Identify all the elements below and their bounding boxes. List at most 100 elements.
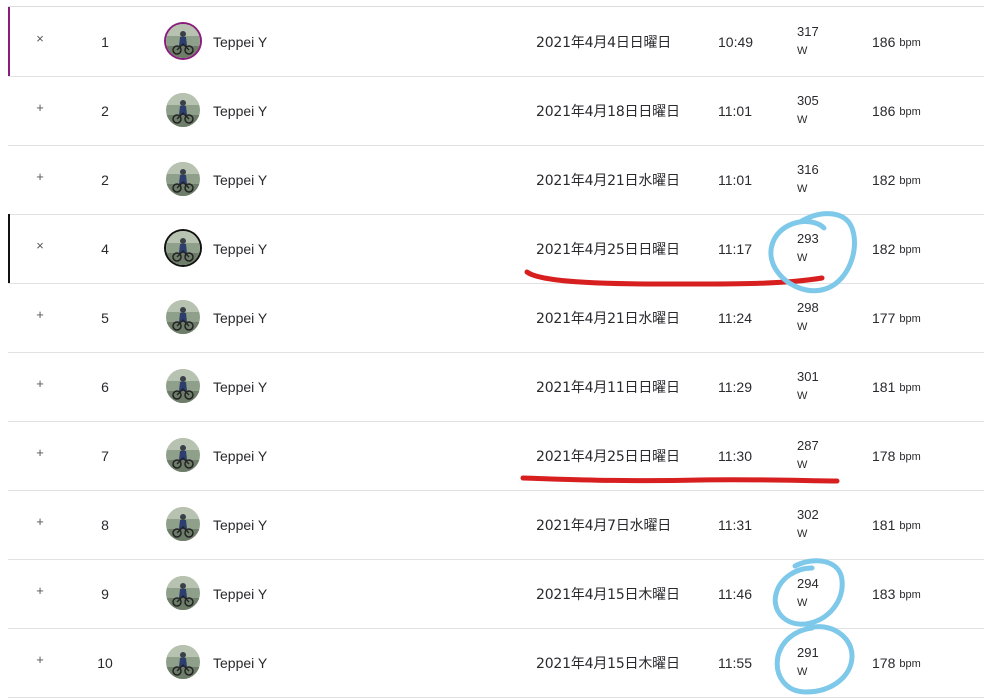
avatar[interactable] [166, 644, 200, 679]
elapsed-time: 11:31 [718, 516, 752, 533]
power-cell: 301 W [797, 367, 819, 405]
heart-rate-cell: 186 bpm [872, 76, 921, 145]
expand-toggle-icon[interactable]: + [32, 487, 48, 556]
activity-date[interactable]: 2021年4月11日日曜日 [536, 352, 680, 421]
activity-date[interactable]: 2021年4月15日木曜日 [536, 559, 680, 628]
power-unit: W [797, 183, 808, 195]
heart-rate-value: 181 [872, 516, 896, 533]
heart-rate-value: 186 [872, 33, 896, 50]
expand-toggle-icon[interactable]: + [32, 625, 48, 694]
athlete-name[interactable]: Teppei Y [213, 628, 267, 697]
table-row[interactable]: +9 Teppei Y 2021年4月15日木曜日 11:46 294 W 183 bpm [8, 559, 984, 629]
table-row[interactable]: +2 Teppei Y 2021年4月18日日曜日 11:01 305 W 186 bpm [8, 76, 984, 146]
power-value: 291 [797, 645, 819, 660]
table-row[interactable]: × 1 Teppei Y 2021年4月4日日曜日 10:49 317 W 186 bpm [8, 7, 984, 77]
power-value: 305 [797, 93, 819, 108]
power-value: 298 [797, 300, 819, 315]
power-unit: W [797, 666, 808, 678]
expand-toggle-icon[interactable]: + [32, 142, 48, 211]
avatar[interactable] [166, 575, 200, 610]
heart-rate-unit: bpm [899, 588, 921, 601]
expand-toggle-icon[interactable]: + [32, 556, 48, 625]
table-row[interactable]: +8 Teppei Y 2021年4月7日水曜日 11:31 302 W 181 bpm [8, 490, 984, 560]
collapse-toggle-icon[interactable]: × [32, 4, 48, 73]
heart-rate-unit: bpm [899, 105, 921, 118]
heart-rate-cell: 183 bpm [872, 559, 921, 628]
table-row[interactable]: +10 Teppei Y 2021年4月15日木曜日 11:55 291 W 178 bpm [8, 628, 984, 698]
avatar[interactable] [166, 92, 200, 127]
activity-date[interactable]: 2021年4月25日日曜日 [536, 214, 680, 283]
avatar[interactable] [166, 368, 200, 403]
elapsed-time: 11:29 [718, 378, 752, 395]
athlete-name[interactable]: Teppei Y [213, 490, 267, 559]
athlete-name[interactable]: Teppei Y [213, 7, 267, 76]
table-row[interactable]: +6 Teppei Y 2021年4月11日日曜日 11:29 301 W 181 bpm [8, 352, 984, 422]
expand-toggle-icon[interactable]: + [32, 73, 48, 142]
avatar[interactable] [166, 230, 200, 265]
rank-number: 2 [101, 102, 109, 119]
athlete-name[interactable]: Teppei Y [213, 352, 267, 421]
activity-date[interactable]: 2021年4月25日日曜日 [536, 421, 680, 490]
heart-rate-unit: bpm [899, 312, 921, 325]
expand-toggle-icon[interactable]: + [32, 349, 48, 418]
activity-date[interactable]: 2021年4月15日木曜日 [536, 628, 680, 697]
row-highlight-bar [8, 214, 10, 283]
rank-number: 1 [101, 33, 109, 50]
athlete-name[interactable]: Teppei Y [213, 76, 267, 145]
cyclist-photo-icon [166, 437, 200, 472]
elapsed-time: 11:01 [718, 102, 752, 119]
heart-rate-unit: bpm [899, 174, 921, 187]
expand-toggle-icon[interactable]: + [32, 280, 48, 349]
activity-date[interactable]: 2021年4月7日水曜日 [536, 490, 671, 559]
rank-number: 9 [101, 585, 109, 602]
expand-toggle-icon[interactable]: + [32, 418, 48, 487]
power-value: 316 [797, 162, 819, 177]
activity-date[interactable]: 2021年4月18日日曜日 [536, 76, 680, 145]
cyclist-photo-icon [166, 368, 200, 403]
activity-date[interactable]: 2021年4月21日水曜日 [536, 145, 680, 214]
power-cell: 302 W [797, 505, 819, 543]
table-row[interactable]: +5 Teppei Y 2021年4月21日水曜日 11:24 298 W 177 bpm [8, 283, 984, 353]
avatar[interactable] [166, 506, 200, 541]
heart-rate-cell: 186 bpm [872, 7, 921, 76]
avatar[interactable] [166, 161, 200, 196]
table-row[interactable]: +7 Teppei Y 2021年4月25日日曜日 11:30 287 W 178 bpm [8, 421, 984, 491]
activity-date[interactable]: 2021年4月4日日曜日 [536, 7, 671, 76]
power-value: 287 [797, 438, 819, 453]
rank-number: 4 [101, 240, 109, 257]
heart-rate-value: 186 [872, 102, 896, 119]
power-cell: 294 W [797, 574, 819, 612]
power-cell: 316 W [797, 160, 819, 198]
avatar[interactable] [166, 299, 200, 334]
elapsed-time: 11:46 [718, 585, 752, 602]
table-row[interactable]: × 4 Teppei Y 2021年4月25日日曜日 11:17 293 W 182 bpm [8, 214, 984, 284]
heart-rate-cell: 178 bpm [872, 628, 921, 697]
heart-rate-unit: bpm [899, 519, 921, 532]
rank-number: 6 [101, 378, 109, 395]
rank-number: 2 [101, 171, 109, 188]
heart-rate-value: 181 [872, 378, 896, 395]
avatar[interactable] [166, 23, 200, 58]
avatar[interactable] [166, 437, 200, 472]
rank-number: 5 [101, 309, 109, 326]
activity-date[interactable]: 2021年4月21日水曜日 [536, 283, 680, 352]
elapsed-time: 11:24 [718, 309, 752, 326]
power-cell: 287 W [797, 436, 819, 474]
heart-rate-unit: bpm [899, 657, 921, 670]
heart-rate-unit: bpm [899, 243, 921, 256]
power-unit: W [797, 252, 808, 264]
athlete-name[interactable]: Teppei Y [213, 283, 267, 352]
athlete-name[interactable]: Teppei Y [213, 145, 267, 214]
heart-rate-cell: 177 bpm [872, 283, 921, 352]
athlete-name[interactable]: Teppei Y [213, 559, 267, 628]
athlete-name[interactable]: Teppei Y [213, 214, 267, 283]
power-unit: W [797, 390, 808, 402]
elapsed-time: 11:01 [718, 171, 752, 188]
power-unit: W [797, 321, 808, 333]
heart-rate-value: 182 [872, 171, 896, 188]
collapse-toggle-icon[interactable]: × [32, 211, 48, 280]
table-row[interactable]: +2 Teppei Y 2021年4月21日水曜日 11:01 316 W 182 bpm [8, 145, 984, 215]
cyclist-photo-icon [166, 92, 200, 127]
power-unit: W [797, 45, 808, 57]
athlete-name[interactable]: Teppei Y [213, 421, 267, 490]
